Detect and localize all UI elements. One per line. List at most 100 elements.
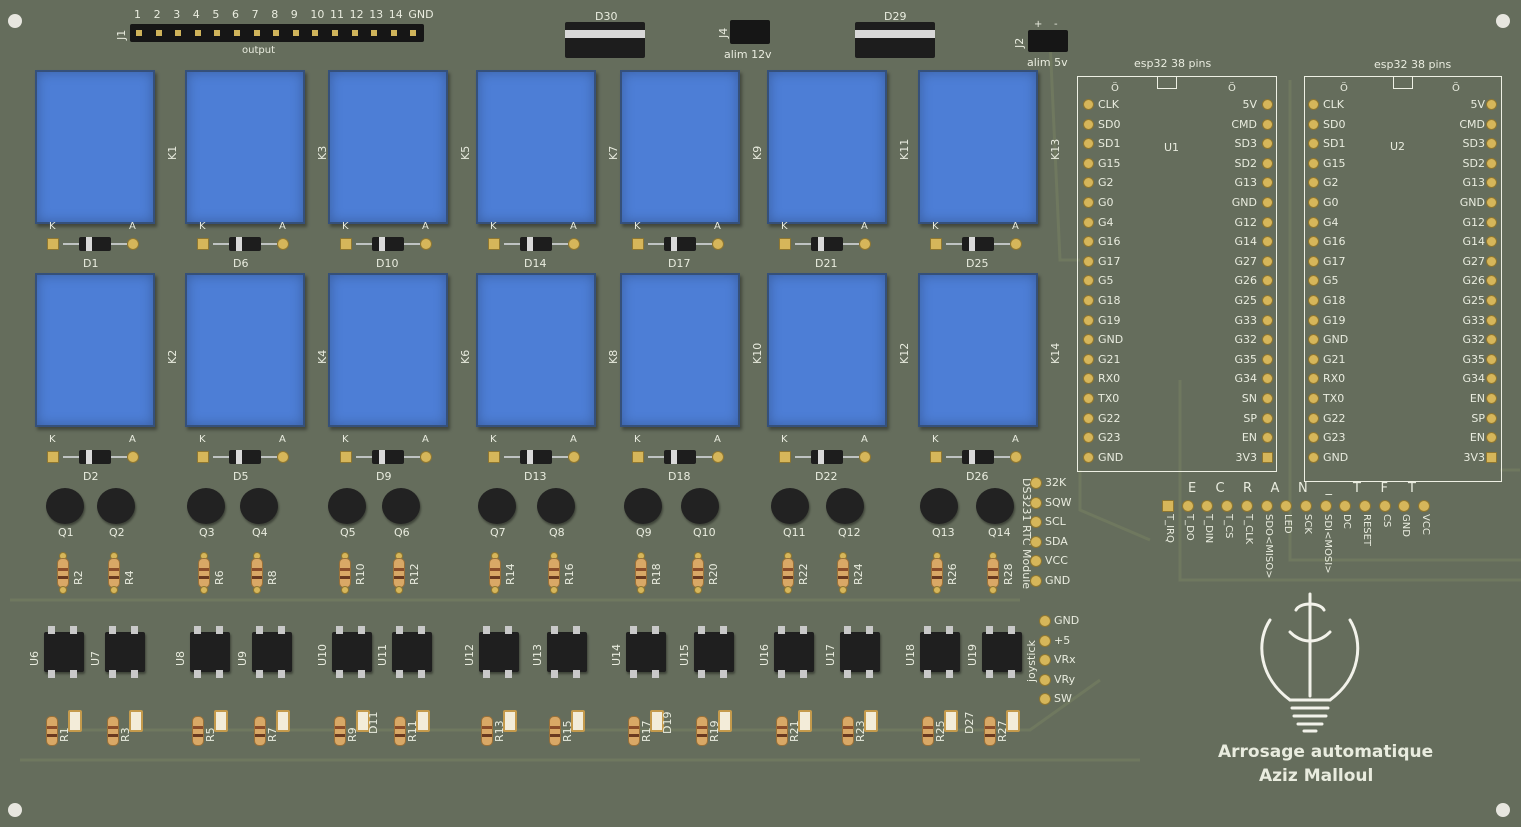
output-pin [214, 30, 221, 36]
esp-pin-label: 3V3 [1235, 450, 1257, 464]
esp-pin-label: G5 [1098, 274, 1114, 288]
optocoupler-ref: U16 [758, 643, 771, 666]
esp-pin-label: G34 [1234, 372, 1257, 386]
diode-k-label: K [781, 434, 788, 445]
ic-pin [1008, 670, 1015, 678]
esp-pad [1308, 99, 1319, 110]
optocoupler-u19 [982, 626, 1022, 678]
lightbulb-logo-icon [1260, 592, 1360, 733]
j4-label: alim 12v [724, 48, 772, 61]
esp-pad [1083, 412, 1094, 424]
screen-pad [1162, 500, 1174, 512]
transistor-q3 [187, 488, 225, 524]
esp-pin-label: RX0 [1098, 372, 1121, 386]
screen-title-letter: E [1188, 481, 1197, 496]
diode-k-label: K [49, 434, 56, 445]
relay-ref: K14 [1049, 342, 1062, 364]
ic-pin [278, 670, 285, 678]
optocoupler-u11 [392, 626, 432, 678]
diode-a-label: A [861, 434, 868, 445]
transistor-q13 [920, 488, 958, 524]
screen-pin-label: SDO<MISO> [1262, 514, 1274, 579]
esp-pad [1308, 451, 1319, 463]
diode-ref: D25 [966, 257, 989, 270]
output-pin-label: 8 [271, 8, 279, 21]
transistor-q14 [976, 488, 1014, 524]
transistor-ref: Q13 [932, 526, 955, 539]
relay-ref: K5 [459, 145, 472, 160]
ic-pin [800, 670, 807, 678]
mounting-hole [1496, 14, 1510, 28]
led [276, 710, 290, 732]
esp-pin-label: G35 [1234, 352, 1257, 366]
resistor-pad [110, 586, 118, 594]
transistor-ref: Q8 [549, 526, 565, 539]
esp-pin-label: SD0 [1323, 117, 1346, 131]
diode-body [664, 237, 696, 251]
ic-pin [48, 670, 55, 678]
diode-a-label: A [279, 434, 286, 445]
transistor-q2 [97, 488, 135, 524]
relay-k6 [328, 273, 448, 427]
esp-pad [1262, 314, 1273, 326]
screen-pin-label: T_CLK [1242, 514, 1254, 545]
d30-diode [565, 22, 645, 58]
esp-pin-label: G0 [1098, 196, 1114, 209]
screen-title-letter: _ [1325, 481, 1333, 496]
ic-pin [844, 670, 851, 678]
output-pin [410, 30, 417, 36]
esp-pin-label: G34 [1462, 372, 1485, 386]
resistor-r5 [192, 716, 204, 746]
screen-title-letter: A [1270, 481, 1280, 496]
transistor-q7 [478, 488, 516, 524]
esp-pin-label: RX0 [1323, 372, 1346, 386]
output-pin [371, 30, 378, 36]
screen-pin-label: VCC [1420, 514, 1432, 535]
diode-ref: D21 [815, 257, 838, 270]
ic-pin [720, 626, 727, 634]
esp-pin-label: SN [1241, 392, 1257, 405]
rtc-pin-label: 32K [1045, 476, 1067, 489]
ic-pin [866, 670, 873, 678]
esp-pad [1083, 451, 1094, 463]
resistor-r26 [931, 558, 943, 588]
ic-pin [573, 670, 580, 678]
d29-band [855, 30, 935, 38]
ic-pin [131, 670, 138, 678]
resistor-r28 [987, 558, 999, 588]
output-pin-label: 7 [251, 8, 259, 21]
diode-a-label: A [422, 434, 429, 445]
relay-k10 [620, 273, 740, 427]
esp-pad [1262, 197, 1273, 208]
transistor-q6 [382, 488, 420, 524]
esp-pad [1308, 295, 1319, 306]
transistor-q10 [681, 488, 719, 524]
diode-d22 [789, 450, 865, 464]
esp-pad [1308, 118, 1319, 130]
screen-pad [1260, 500, 1273, 512]
diode-d1 [57, 237, 133, 251]
output-pin [273, 30, 280, 36]
esp-pad [1308, 412, 1319, 424]
ic-pin [396, 626, 403, 634]
diode-band [969, 237, 975, 251]
joystick-pad [1039, 634, 1051, 647]
esp-pin-label: 5V [1470, 98, 1485, 111]
esp-pin-label: SD3 [1462, 137, 1485, 151]
resistor-pad [253, 586, 261, 594]
rtc-pad [1030, 496, 1042, 509]
output-pin [312, 30, 319, 36]
diode-band [236, 450, 242, 464]
resistor-r17 [628, 716, 640, 746]
ic-pin [336, 670, 343, 678]
transistor-ref: Q6 [394, 526, 410, 539]
led [503, 710, 517, 732]
esp-pin-label: TX0 [1098, 392, 1120, 405]
ic-pin [652, 670, 659, 678]
resistor-ref: R24 [852, 563, 865, 585]
esp-pin-label: G18 [1098, 294, 1121, 307]
resistor-ref: R4 [123, 570, 136, 585]
diode-d13 [498, 450, 574, 464]
esp-pad [1262, 157, 1273, 169]
relay-k12 [767, 273, 887, 427]
